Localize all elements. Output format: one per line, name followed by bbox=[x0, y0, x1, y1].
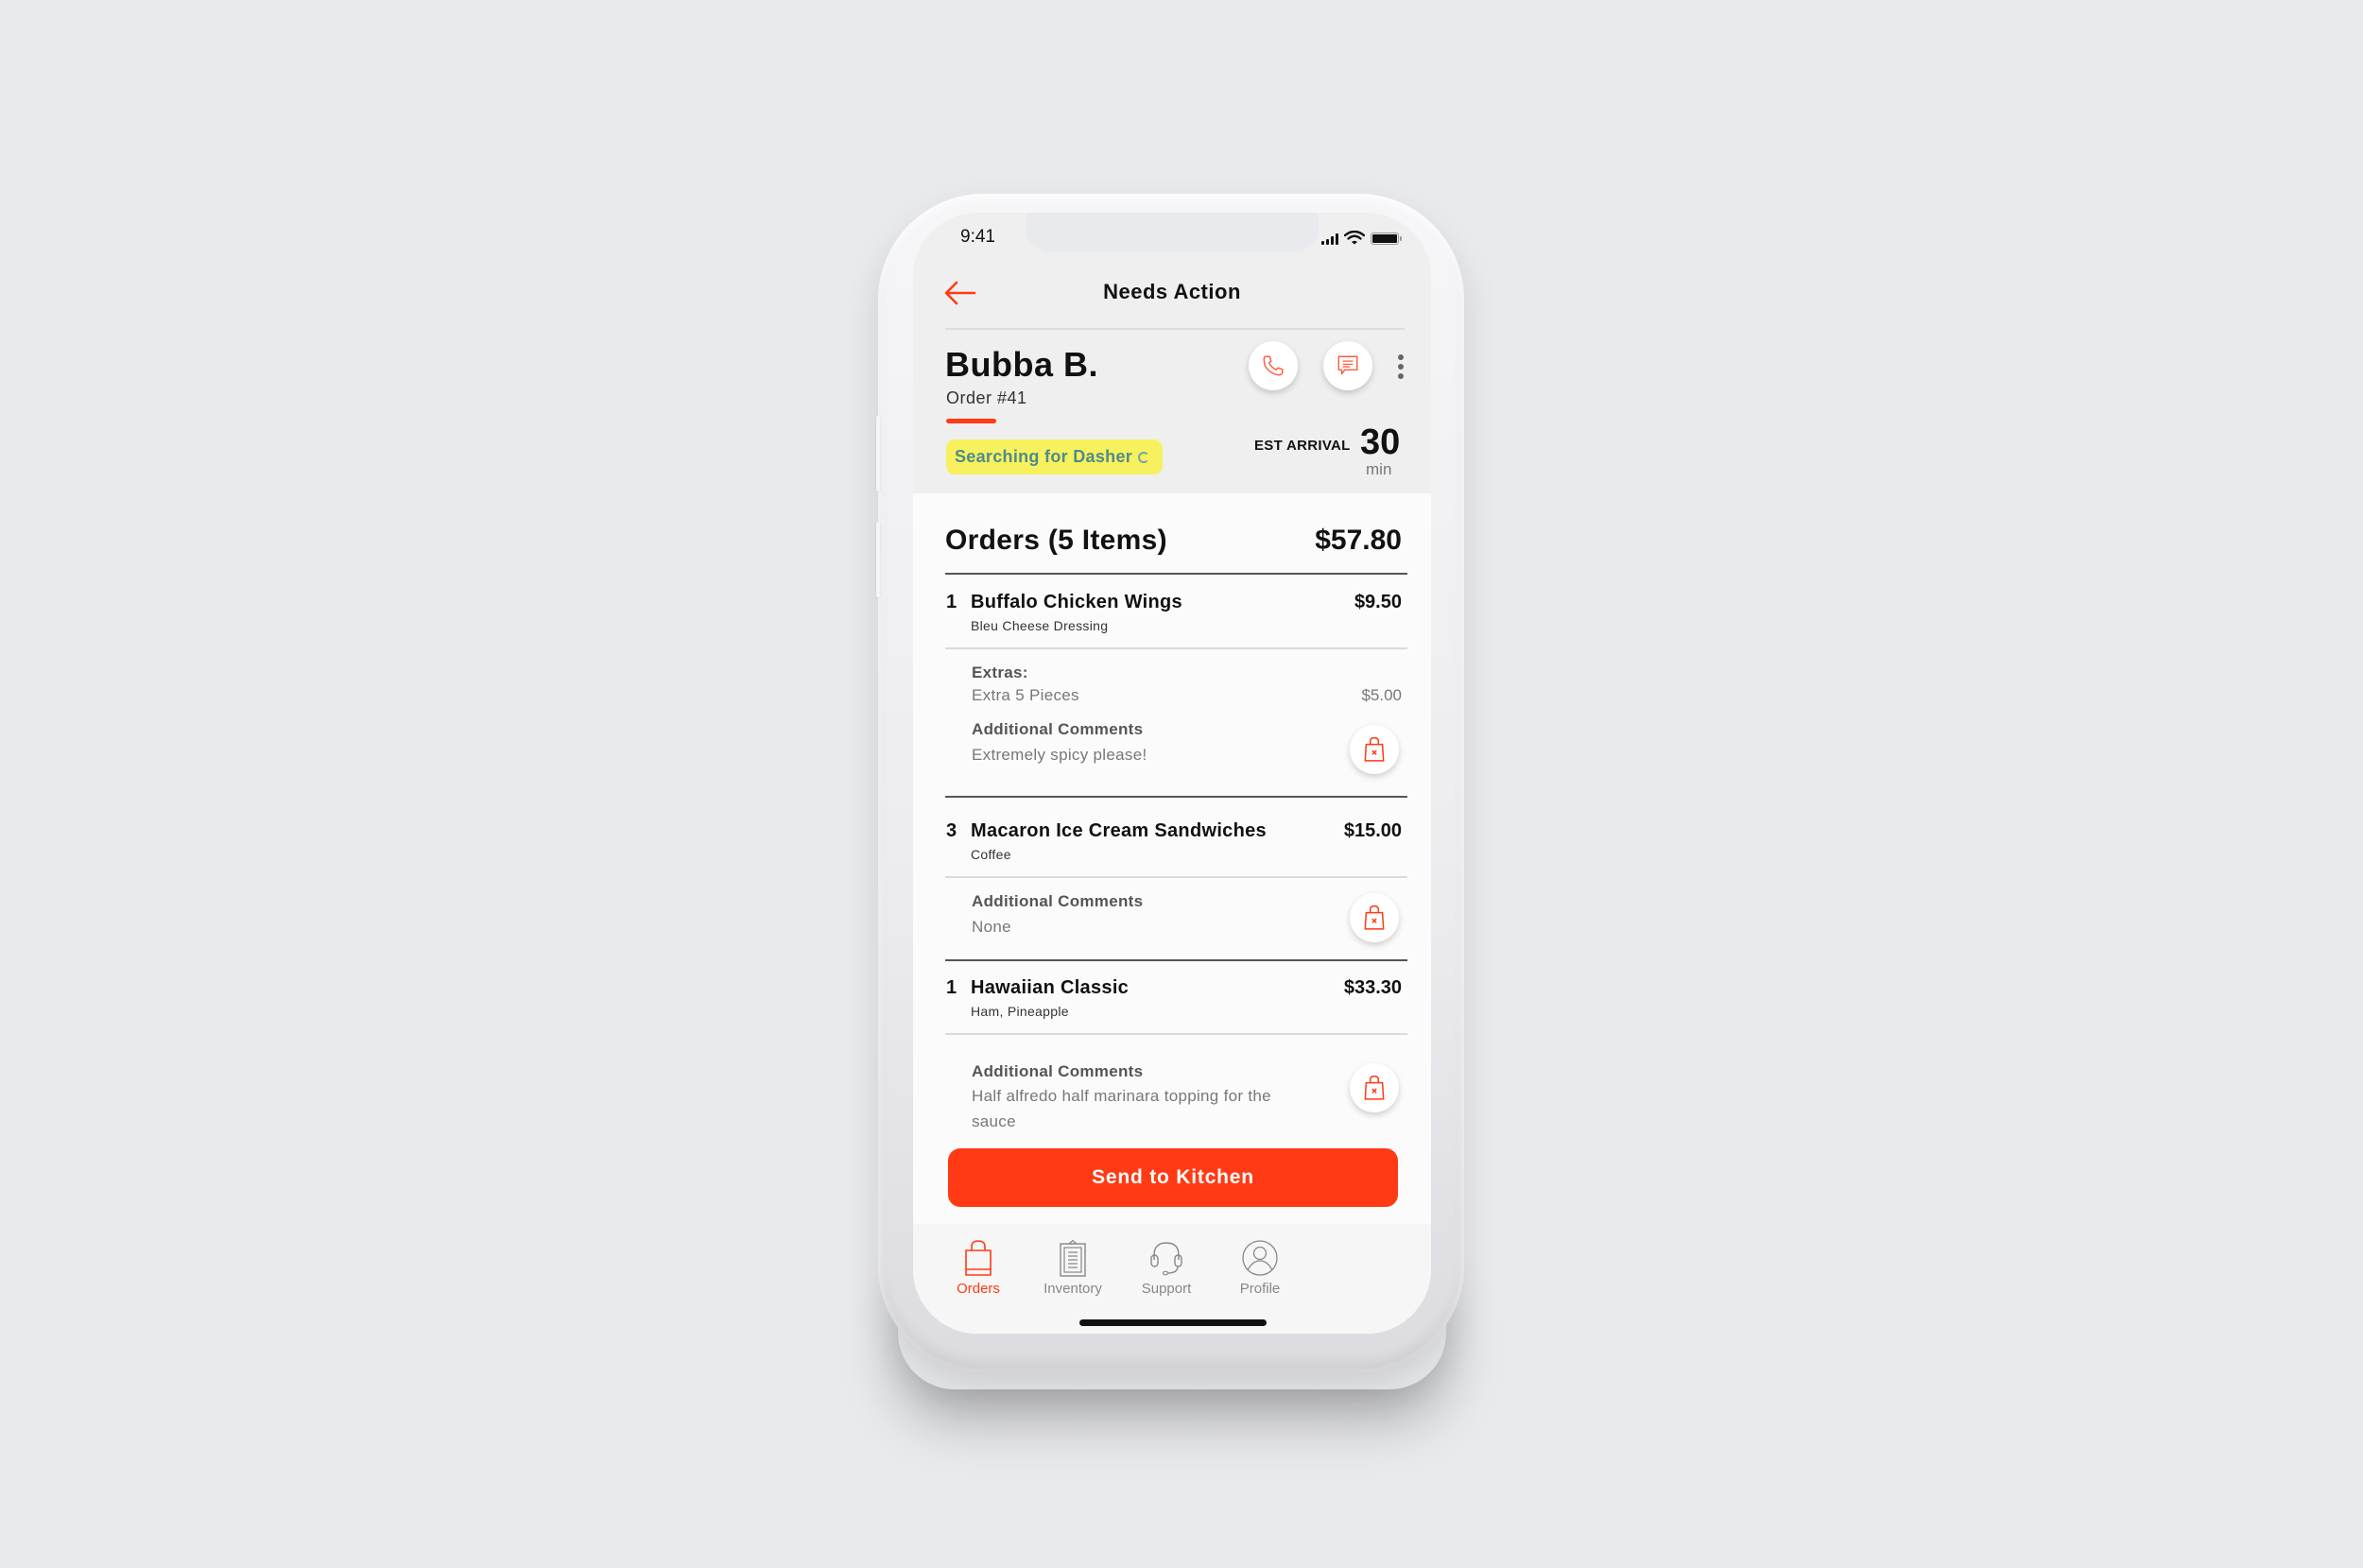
eta-label: EST ARRIVAL bbox=[1254, 438, 1351, 454]
comments-label: Additional Comments bbox=[972, 720, 1144, 738]
loading-spinner-icon bbox=[1138, 451, 1150, 463]
divider bbox=[945, 796, 1407, 798]
tab-label: Inventory bbox=[1044, 1281, 1102, 1297]
item-quantity: 1 bbox=[946, 977, 957, 998]
phone-icon bbox=[1263, 355, 1284, 376]
order-number: Order #41 bbox=[946, 388, 1027, 407]
eta-unit: min bbox=[1366, 460, 1392, 478]
dasher-status-badge: Searching for Dasher bbox=[946, 439, 1164, 474]
customer-name: Bubba B. bbox=[945, 345, 1098, 384]
notch bbox=[1026, 213, 1319, 252]
clipboard-icon bbox=[1060, 1239, 1086, 1277]
user-circle-icon bbox=[1242, 1240, 1278, 1276]
item-price: $33.30 bbox=[1343, 977, 1402, 998]
extras-label: Extras: bbox=[972, 663, 1028, 681]
comments-label: Additional Comments bbox=[972, 1062, 1144, 1080]
dasher-status-text: Searching for Dasher bbox=[955, 447, 1133, 466]
tab-inventory[interactable]: Inventory bbox=[1026, 1239, 1120, 1297]
more-options-menu[interactable] bbox=[1396, 354, 1406, 379]
divider bbox=[945, 959, 1407, 961]
remove-item-button[interactable] bbox=[1350, 893, 1399, 942]
battery-icon bbox=[1371, 233, 1402, 245]
item-option: Coffee bbox=[971, 847, 1011, 862]
item-price: $15.00 bbox=[1343, 820, 1402, 841]
item-name: Buffalo Chicken Wings bbox=[971, 592, 1182, 612]
accent-underline bbox=[946, 419, 996, 423]
volume-down-button bbox=[876, 522, 880, 597]
orders-total: $57.80 bbox=[1315, 525, 1402, 556]
cellular-signal-icon bbox=[1321, 233, 1338, 245]
divider bbox=[945, 876, 1407, 878]
comments-text: Half alfredo half marinara topping for t… bbox=[972, 1087, 1271, 1130]
headset-icon bbox=[1150, 1242, 1182, 1276]
divider bbox=[945, 647, 1407, 649]
tab-label: Profile bbox=[1239, 1281, 1281, 1297]
bottom-tab-bar: Orders Inventory Support Profile bbox=[913, 1224, 1431, 1334]
item-name: Macaron Ice Cream Sandwiches bbox=[971, 820, 1267, 841]
status-time: 9:41 bbox=[960, 227, 995, 247]
status-icons bbox=[1321, 231, 1402, 245]
bag-remove-icon bbox=[1364, 736, 1385, 762]
orders-title: Orders (5 Items) bbox=[945, 525, 1167, 556]
comments-label: Additional Comments bbox=[972, 892, 1144, 910]
call-customer-button[interactable] bbox=[1249, 341, 1298, 390]
page-title: Needs Action bbox=[1103, 280, 1241, 303]
comments-text: Extremely spicy please! bbox=[972, 746, 1147, 764]
send-to-kitchen-button[interactable]: Send to Kitchen bbox=[948, 1148, 1398, 1207]
eta-value: 30 bbox=[1360, 422, 1401, 462]
item-name: Hawaiian Classic bbox=[971, 977, 1130, 998]
bag-remove-icon bbox=[1364, 1075, 1385, 1100]
shopping-bag-icon bbox=[965, 1240, 992, 1276]
bag-remove-icon bbox=[1364, 905, 1385, 930]
nav-divider bbox=[945, 328, 1405, 330]
item-option: Bleu Cheese Dressing bbox=[971, 618, 1109, 633]
tab-profile[interactable]: Profile bbox=[1213, 1239, 1307, 1297]
extra-name: Extra 5 Pieces bbox=[972, 686, 1079, 704]
divider bbox=[945, 573, 1407, 575]
message-customer-button[interactable] bbox=[1323, 341, 1372, 390]
tab-label: Orders bbox=[957, 1281, 1000, 1297]
divider bbox=[945, 1033, 1407, 1035]
chat-icon bbox=[1337, 355, 1358, 375]
item-quantity: 1 bbox=[946, 592, 957, 612]
volume-up-button bbox=[876, 416, 880, 491]
tab-label: Support bbox=[1141, 1281, 1192, 1297]
item-option: Ham, Pineapple bbox=[971, 1004, 1069, 1019]
remove-item-button[interactable] bbox=[1350, 1063, 1399, 1112]
item-price: $9.50 bbox=[1354, 592, 1402, 612]
home-indicator[interactable] bbox=[1079, 1319, 1267, 1326]
wifi-icon bbox=[1344, 231, 1365, 245]
tab-orders[interactable]: Orders bbox=[931, 1239, 1026, 1297]
extra-price: $5.00 bbox=[1361, 686, 1402, 704]
comments-text: None bbox=[972, 918, 1011, 936]
remove-item-button[interactable] bbox=[1350, 725, 1399, 774]
phone-screen: 9:41 Needs Action Bubba B. Order #41 Sea… bbox=[913, 213, 1431, 1334]
item-quantity: 3 bbox=[946, 820, 957, 841]
tab-support[interactable]: Support bbox=[1119, 1239, 1214, 1297]
